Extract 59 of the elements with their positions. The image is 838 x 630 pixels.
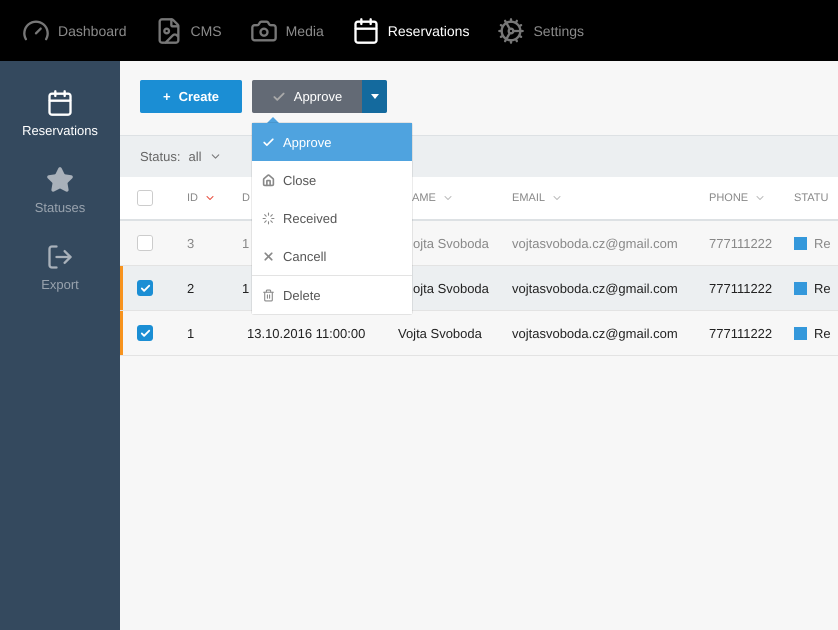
settings-icon — [497, 16, 526, 44]
check-icon — [140, 328, 150, 338]
status-filter[interactable]: all — [188, 149, 202, 164]
caret-icon — [370, 94, 378, 99]
create-button[interactable]: + Create — [140, 80, 242, 113]
spinner-icon — [262, 212, 275, 224]
sidebar-item[interactable]: Reservations — [22, 123, 98, 138]
column-header[interactable]: STATU — [794, 192, 828, 204]
table-cell-text: ojta Svoboda — [412, 236, 489, 250]
filter-label: Status: — [140, 149, 180, 164]
table-cell-text: Vojta Svoboda — [397, 326, 482, 340]
table-cell: Re — [814, 326, 831, 340]
check-icon — [272, 90, 286, 104]
home-icon — [262, 174, 275, 186]
table-cell-text: 1 — [241, 236, 250, 250]
table-cell-text: 3 — [186, 236, 194, 250]
table-cell-text: vojtasvoboda.cz@gmail.com — [511, 280, 678, 296]
row-checkbox[interactable] — [137, 325, 153, 341]
table-cell: Re — [814, 236, 831, 250]
nav-tab[interactable]: Media — [250, 16, 324, 44]
check-icon — [140, 282, 150, 294]
calendar-icon — [352, 16, 380, 44]
column-header[interactable]: ID — [187, 192, 198, 204]
row-checkbox[interactable] — [137, 280, 153, 296]
trash-icon — [262, 288, 275, 302]
table-cell-text: vojtasvoboda.cz@gmail.com — [511, 326, 678, 340]
close-icon — [262, 250, 275, 262]
approve-button[interactable]: Approve — [252, 80, 362, 113]
table-row[interactable]: 1 13.10.2016 11:00:00 Vojta Svoboda vojtasvoboda.cz@gmail.com 777111222 Re — [120, 311, 838, 356]
menu-item[interactable]: Delete — [252, 275, 412, 314]
table-cell-text: ojta Svoboda — [412, 280, 489, 296]
dropdown-toggle[interactable] — [362, 80, 387, 113]
sidebar-item[interactable]: Statuses — [34, 200, 86, 215]
pointer-icon — [267, 117, 279, 123]
calendar-icon — [46, 89, 74, 117]
export-icon — [46, 243, 74, 271]
table-cell-text: 1 — [186, 326, 194, 340]
select-all-checkbox[interactable] — [137, 190, 153, 206]
table-cell-text: 777111222 — [708, 280, 772, 296]
table-cell-text: 777111222 — [708, 326, 772, 340]
check-icon — [262, 136, 275, 148]
nav-tab[interactable]: Settings — [497, 16, 584, 44]
table-cell-text: vojtasvoboda.cz@gmail.com — [511, 236, 678, 250]
table-cell-text: 13.10.2016 11:00:00 — [246, 326, 366, 340]
row-checkbox[interactable] — [137, 235, 153, 251]
table-cell-text: 777111222 — [708, 236, 772, 250]
table-cell: Re — [814, 280, 831, 296]
nav-tab[interactable]: CMS — [154, 16, 222, 44]
table-cell-text: 1 — [241, 280, 250, 296]
nav-tab[interactable]: Reservations — [352, 16, 470, 44]
star-icon — [46, 166, 74, 194]
sidebar-item[interactable]: Export — [41, 277, 79, 292]
menu-item[interactable]: Approve — [252, 123, 412, 161]
table-cell-text: 2 — [186, 280, 194, 296]
column-header[interactable]: D — [242, 192, 250, 204]
column-header[interactable]: AME — [412, 192, 436, 204]
column-header[interactable]: EMAIL — [512, 192, 546, 204]
column-header[interactable]: PHONE — [709, 192, 748, 204]
nav-tab[interactable]: Dashboard — [22, 16, 126, 44]
